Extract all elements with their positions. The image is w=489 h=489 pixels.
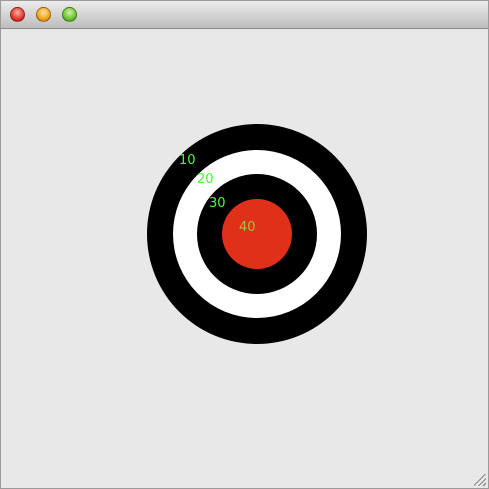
canvas-area[interactable]: 10 20 30 40 bbox=[1, 29, 488, 488]
target-bullseye-40[interactable] bbox=[222, 199, 292, 269]
resize-grip-icon[interactable] bbox=[474, 474, 486, 486]
close-button[interactable] bbox=[10, 7, 25, 22]
app-window: 10 20 30 40 bbox=[0, 0, 489, 489]
score-label-30: 30 bbox=[209, 196, 226, 211]
zoom-button[interactable] bbox=[62, 7, 77, 22]
title-bar[interactable] bbox=[1, 1, 488, 29]
minimize-button[interactable] bbox=[36, 7, 51, 22]
score-label-10: 10 bbox=[179, 153, 196, 168]
score-label-40: 40 bbox=[239, 220, 256, 235]
score-label-20: 20 bbox=[197, 172, 214, 187]
